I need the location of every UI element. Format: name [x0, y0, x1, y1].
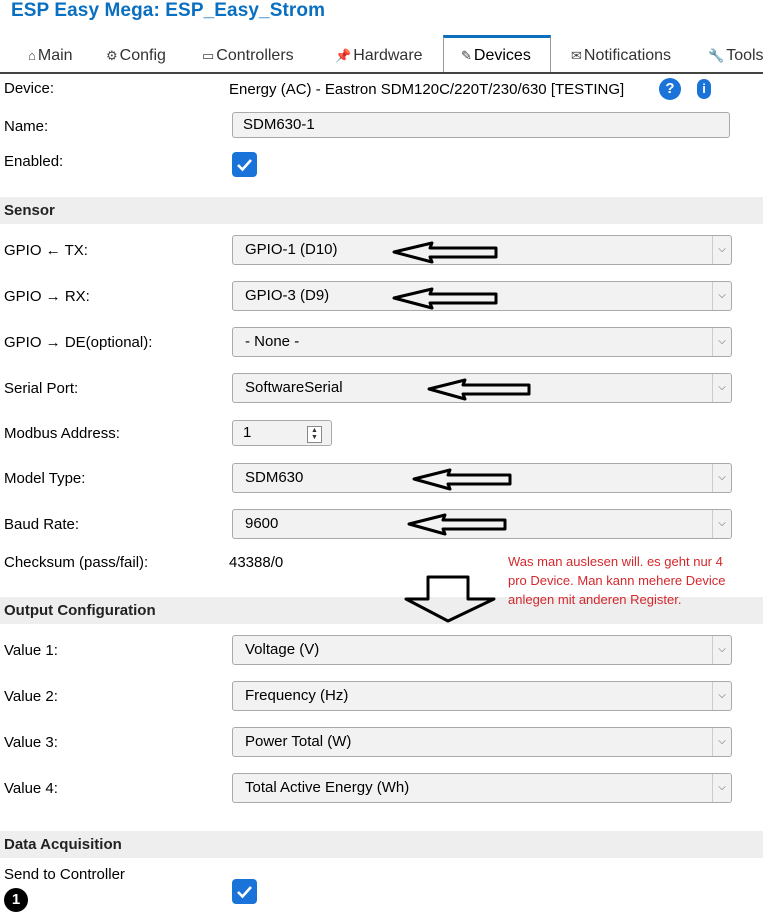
gpio-rx-label: GPIO → RX: — [4, 288, 90, 305]
checksum-label: Checksum (pass/fail): — [4, 554, 149, 571]
gpio-tx-label: GPIO ← TX: — [4, 242, 88, 259]
chevron-down-icon: ⌵ — [712, 236, 731, 264]
left-arrow-annotation — [392, 241, 498, 264]
app-title: ESP Easy Mega: ESP_Easy_Strom — [11, 0, 326, 21]
left-arrow-annotation — [392, 287, 498, 310]
sensor-section-header: Sensor — [0, 197, 763, 224]
gpio-de-select[interactable]: - None - ⌵ — [232, 327, 732, 357]
pin-icon: 📌 — [335, 48, 352, 63]
tab-controllers[interactable]: ▭ Controllers — [202, 38, 294, 72]
annotation-note: Was man auslesen will. es geht nur 4 pro… — [508, 554, 726, 607]
check-icon — [237, 886, 252, 899]
left-arrow-annotation — [407, 513, 507, 536]
tab-bar: ⌂ Main ⚙ Config ▭ Controllers 📌 Hardware ✎ De… — [0, 35, 763, 74]
envelope-icon: ✉ — [571, 48, 582, 63]
chevron-down-icon: ⌵ — [712, 464, 731, 492]
name-input[interactable]: SDM630-1 — [232, 112, 730, 138]
value-2-select[interactable]: Frequency (Hz) ⌵ — [232, 681, 732, 711]
value-4-select[interactable]: Total Active Energy (Wh) ⌵ — [232, 773, 732, 803]
chevron-down-icon: ⌵ — [712, 636, 731, 664]
enabled-checkbox[interactable] — [232, 152, 257, 177]
value-1-label: Value 1: — [4, 642, 58, 659]
left-arrow-annotation — [427, 378, 531, 401]
plug-icon: ✎ — [461, 48, 472, 63]
chevron-down-icon: ⌵ — [712, 374, 731, 402]
check-icon — [237, 159, 252, 172]
data-acquisition-section-header: Data Acquisition — [0, 831, 763, 858]
baud-rate-label: Baud Rate: — [4, 516, 80, 533]
down-arrow-annotation — [404, 575, 496, 623]
send-to-controller-checkbox[interactable] — [232, 879, 257, 904]
enabled-label: Enabled: — [4, 153, 64, 170]
chat-icon: ▭ — [202, 48, 215, 63]
spinner-icon[interactable]: ▲ ▼ — [307, 426, 322, 443]
help-icon[interactable]: ? — [659, 78, 681, 100]
name-label: Name: — [4, 118, 49, 135]
modbus-address-label: Modbus Address: — [4, 425, 120, 442]
tab-hardware[interactable]: 📌 Hardware — [335, 38, 423, 72]
tab-notifications[interactable]: ✉ Notifications — [571, 38, 671, 72]
send-to-controller-label: Send to Controller — [4, 866, 125, 883]
value-1-select[interactable]: Voltage (V) ⌵ — [232, 635, 732, 665]
tab-main[interactable]: ⌂ Main — [28, 38, 73, 72]
chevron-down-icon: ⌵ — [712, 728, 731, 756]
info-icon[interactable]: i — [697, 79, 711, 99]
home-icon: ⌂ — [28, 48, 36, 63]
wrench-icon: 🔧 — [708, 48, 725, 63]
model-type-label: Model Type: — [4, 470, 86, 487]
controller-number-badge: 1 — [4, 888, 28, 912]
tab-devices[interactable]: ✎ Devices — [443, 35, 551, 72]
chevron-down-icon: ⌵ — [712, 774, 731, 802]
device-type: Energy (AC) - Eastron SDM120C/220T/230/6… — [229, 81, 625, 98]
chevron-down-icon: ⌵ — [712, 510, 731, 538]
tab-tools[interactable]: 🔧 Tools — [708, 38, 763, 72]
serial-port-label: Serial Port: — [4, 380, 79, 397]
value-2-label: Value 2: — [4, 688, 58, 705]
tab-config[interactable]: ⚙ Config — [106, 38, 166, 72]
gear-icon: ⚙ — [106, 48, 118, 63]
gpio-de-label: GPIO → DE(optional): — [4, 334, 153, 351]
checksum-value: 43388/0 — [229, 554, 284, 571]
value-3-select[interactable]: Power Total (W) ⌵ — [232, 727, 732, 757]
modbus-address-input[interactable]: 1 ▲ ▼ — [232, 420, 332, 446]
device-label: Device: — [4, 80, 55, 97]
left-arrow-annotation — [412, 468, 512, 491]
value-4-label: Value 4: — [4, 780, 58, 797]
value-3-label: Value 3: — [4, 734, 58, 751]
chevron-down-icon: ⌵ — [712, 282, 731, 310]
chevron-down-icon: ⌵ — [712, 328, 731, 356]
chevron-down-icon: ⌵ — [712, 682, 731, 710]
